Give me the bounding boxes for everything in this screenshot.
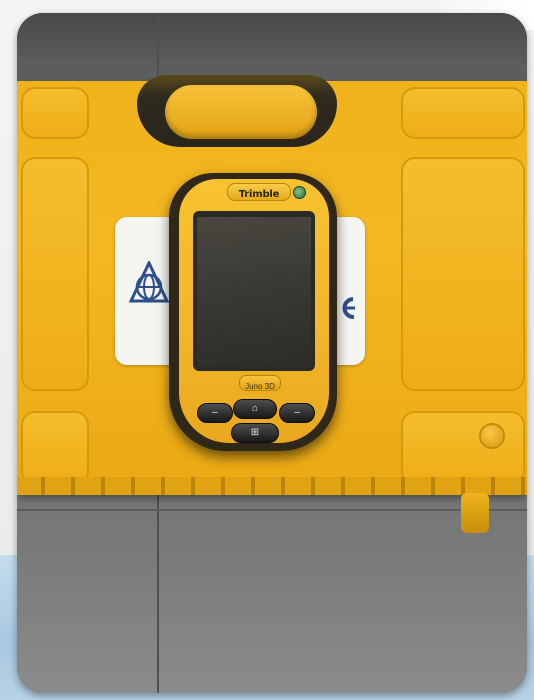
left-softkey-button[interactable]: –	[197, 403, 233, 423]
brand-label: Trimble	[238, 189, 280, 200]
case-panel	[401, 87, 525, 139]
case-panel	[21, 411, 89, 485]
case-panel	[21, 157, 89, 391]
case-panel	[21, 87, 89, 139]
trimble-globe-icon	[129, 261, 169, 303]
left-softkey-icon: –	[212, 407, 218, 418]
home-button[interactable]: ⌂	[233, 399, 277, 419]
case-panel	[401, 157, 525, 391]
windows-start-icon: ⊞	[250, 427, 260, 438]
start-button[interactable]: ⊞	[231, 423, 279, 443]
brand-badge: Trimble	[227, 183, 291, 201]
case-knob-icon	[479, 423, 505, 449]
home-icon: ⌂	[251, 403, 259, 414]
right-softkey-icon: –	[294, 407, 300, 418]
photo: Trimble Juno 3D – ⌂ – ⊞	[17, 13, 527, 693]
case-panel	[401, 411, 525, 485]
power-led-icon[interactable]	[293, 186, 306, 199]
case-handle-grip	[165, 85, 317, 139]
model-badge: Juno 3D	[239, 375, 281, 391]
case-rim	[17, 477, 527, 495]
tile-seam-horizontal	[17, 509, 527, 511]
model-label: Juno 3D	[245, 382, 275, 391]
logo-letter-fragment-icon	[342, 297, 355, 319]
case-latch	[461, 493, 489, 533]
device-screen[interactable]	[197, 217, 311, 367]
right-softkey-button[interactable]: –	[279, 403, 315, 423]
